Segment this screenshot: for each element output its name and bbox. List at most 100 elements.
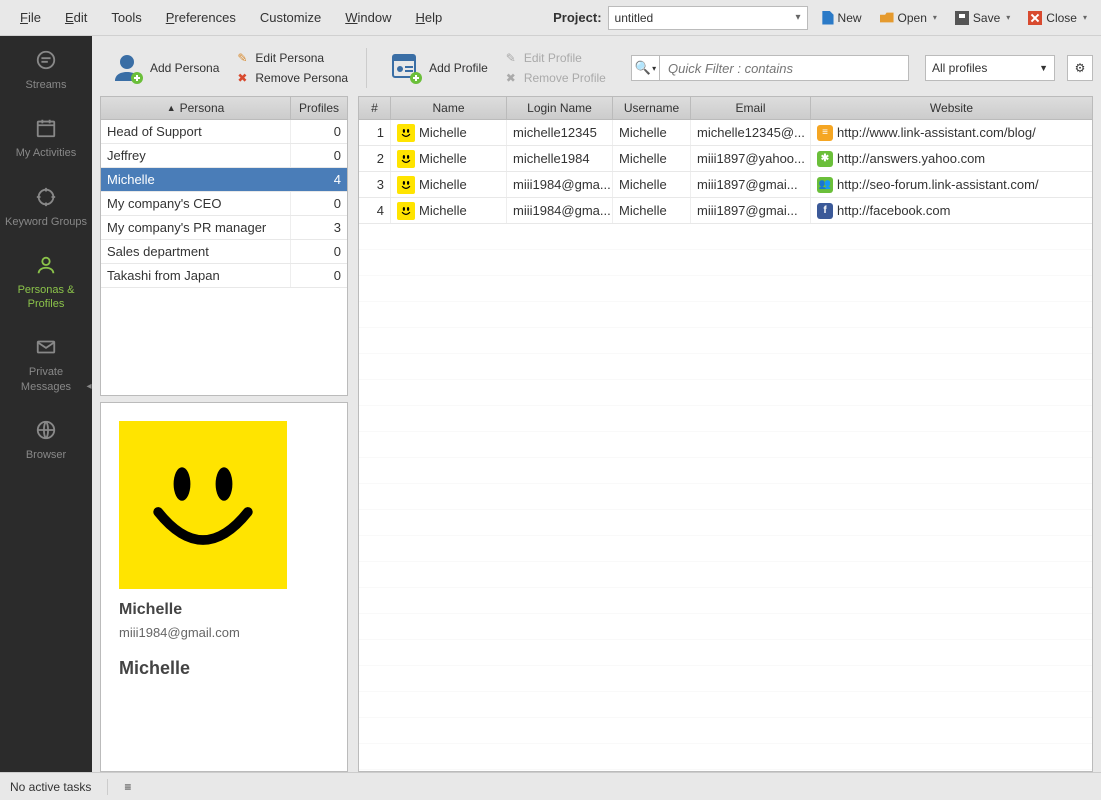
persona-row[interactable]: My company's CEO0	[101, 192, 347, 216]
row-email: miii1897@gmai...	[691, 172, 811, 197]
nav-activities[interactable]: My Activities	[0, 104, 92, 172]
row-login: miii1984@gma...	[507, 198, 613, 223]
persona-row[interactable]: Head of Support0	[101, 120, 347, 144]
persona-name: Jeffrey	[101, 144, 291, 167]
status-bar: No active tasks ≡	[0, 772, 1101, 800]
edit-profile-button[interactable]: ✎Edit Profile	[498, 49, 612, 67]
project-value: untitled	[615, 11, 654, 25]
menu-help[interactable]: Help	[404, 4, 455, 31]
row-username: Michelle	[613, 120, 691, 145]
avatar-icon	[397, 176, 415, 194]
row-email: michelle12345@...	[691, 120, 811, 145]
action-toolbar: Add Persona ✎Edit Persona ✖Remove Person…	[100, 40, 1093, 96]
persona-row[interactable]: Sales department0	[101, 240, 347, 264]
new-button[interactable]: New	[814, 7, 868, 29]
menu-preferences[interactable]: Preferences	[154, 4, 248, 31]
pencil-icon: ✎	[504, 51, 518, 65]
save-button[interactable]: Save▾	[949, 7, 1016, 29]
person-icon	[34, 253, 58, 277]
menu-file[interactable]: File	[8, 4, 53, 31]
close-button[interactable]: Close▾	[1022, 7, 1093, 29]
avatar	[119, 421, 287, 589]
persona-row[interactable]: Takashi from Japan0	[101, 264, 347, 288]
persona-name: Michelle	[101, 168, 291, 191]
project-select[interactable]: untitled ▾	[608, 6, 808, 30]
persona-row[interactable]: My company's PR manager3	[101, 216, 347, 240]
persona-count: 4	[291, 168, 347, 191]
menu-edit[interactable]: Edit	[53, 4, 99, 31]
row-username: Michelle	[613, 172, 691, 197]
col-email[interactable]: Email	[691, 97, 811, 119]
target-icon	[34, 185, 58, 209]
persona-header[interactable]: ▲Persona	[101, 97, 291, 119]
sidebar-expand-handle[interactable]: ◂	[85, 376, 93, 396]
add-persona-button[interactable]: Add Persona	[100, 47, 229, 89]
nav-personas[interactable]: Personas & Profiles	[0, 241, 92, 324]
col-website[interactable]: Website	[811, 97, 1092, 119]
profile-row[interactable]: 3Michellemiii1984@gma...Michellemiii1897…	[359, 172, 1092, 198]
persona-count: 0	[291, 264, 347, 287]
edit-persona-button[interactable]: ✎Edit Persona	[229, 49, 354, 67]
remove-icon: ✖	[235, 71, 249, 85]
persona-count: 0	[291, 144, 347, 167]
row-website: ✱http://answers.yahoo.com	[811, 146, 1092, 171]
row-number: 3	[359, 172, 391, 197]
menubar: File Edit Tools Preferences Customize Wi…	[0, 0, 1101, 36]
persona-table: ▲Persona Profiles Head of Support0Jeffre…	[100, 96, 348, 396]
profile-row[interactable]: 2Michellemichelle1984Michellemiii1897@ya…	[359, 146, 1092, 172]
profiles-filter-select[interactable]: All profiles▼	[925, 55, 1055, 81]
profiles-count-header[interactable]: Profiles	[291, 97, 347, 119]
detail-name-secondary: Michelle	[119, 658, 329, 679]
chevron-down-icon: ▾	[1006, 13, 1010, 22]
add-profile-button[interactable]: Add Profile	[379, 47, 498, 89]
close-icon	[1028, 11, 1042, 25]
settings-button[interactable]: ⚙	[1067, 55, 1093, 81]
nav-streams[interactable]: Streams	[0, 36, 92, 104]
globe-icon	[34, 418, 58, 442]
menu-window[interactable]: Window	[333, 4, 403, 31]
remove-persona-button[interactable]: ✖Remove Persona	[229, 69, 354, 87]
persona-row[interactable]: Michelle4	[101, 168, 347, 192]
col-login[interactable]: Login Name	[507, 97, 613, 119]
sidebar: Streams My Activities Keyword Groups Per…	[0, 36, 92, 772]
pencil-icon: ✎	[235, 51, 249, 65]
persona-count: 0	[291, 192, 347, 215]
persona-name: Sales department	[101, 240, 291, 263]
streams-icon	[34, 48, 58, 72]
row-login: michelle12345	[507, 120, 613, 145]
col-name[interactable]: Name	[391, 97, 507, 119]
persona-name: My company's CEO	[101, 192, 291, 215]
col-username[interactable]: Username	[613, 97, 691, 119]
status-tasks: No active tasks	[10, 780, 91, 794]
col-number[interactable]: #	[359, 97, 391, 119]
row-email: miii1897@gmai...	[691, 198, 811, 223]
avatar-icon	[397, 202, 415, 220]
persona-count: 0	[291, 240, 347, 263]
remove-icon: ✖	[504, 71, 518, 85]
remove-profile-button[interactable]: ✖Remove Profile	[498, 69, 612, 87]
list-icon[interactable]: ≡	[124, 780, 131, 794]
row-username: Michelle	[613, 146, 691, 171]
menu-customize[interactable]: Customize	[248, 4, 333, 31]
persona-row[interactable]: Jeffrey0	[101, 144, 347, 168]
project-label: Project:	[553, 10, 601, 25]
profile-row[interactable]: 4Michellemiii1984@gma...Michellemiii1897…	[359, 198, 1092, 224]
row-username: Michelle	[613, 198, 691, 223]
row-website: fhttp://facebook.com	[811, 198, 1092, 223]
row-number: 4	[359, 198, 391, 223]
sort-asc-icon: ▲	[167, 103, 176, 113]
profile-row[interactable]: 1Michellemichelle12345Michellemichelle12…	[359, 120, 1092, 146]
row-login: michelle1984	[507, 146, 613, 171]
detail-email: miii1984@gmail.com	[119, 625, 329, 640]
add-persona-icon	[110, 51, 144, 85]
quick-filter-input[interactable]	[659, 55, 909, 81]
nav-browser[interactable]: Browser	[0, 406, 92, 474]
nav-keyword-groups[interactable]: Keyword Groups	[0, 173, 92, 241]
row-website: 👥http://seo-forum.link-assistant.com/	[811, 172, 1092, 197]
menu-tools[interactable]: Tools	[99, 4, 153, 31]
row-login: miii1984@gma...	[507, 172, 613, 197]
row-website: ≡http://www.link-assistant.com/blog/	[811, 120, 1092, 145]
quick-filter-search-button[interactable]: 🔍▾	[631, 55, 659, 81]
nav-messages[interactable]: Private Messages	[0, 323, 92, 406]
open-button[interactable]: Open▾	[874, 7, 943, 29]
